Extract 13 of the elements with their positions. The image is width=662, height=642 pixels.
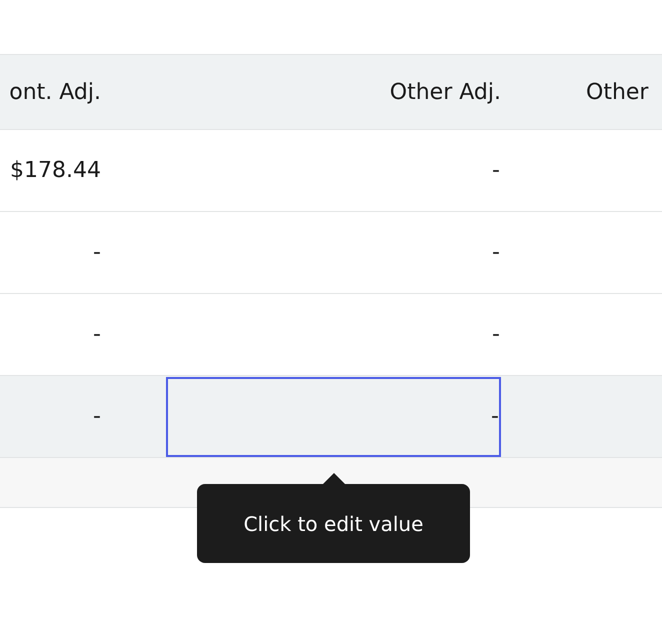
table-cell: - [492,322,500,347]
table-cell: - [492,240,500,265]
tooltip: Click to edit value [197,484,470,563]
column-header: Other [586,80,648,104]
column-header: Other Adj. [390,80,501,104]
table-cell: - [93,404,101,429]
table-cell: - [492,158,500,183]
table-cell: - [93,322,101,347]
column-header: ont. Adj. [9,80,101,104]
table-cell: - [93,240,101,265]
table-cell: - [491,404,499,429]
editable-cell[interactable]: - [166,376,501,456]
table-cell: $178.44 [10,158,101,183]
